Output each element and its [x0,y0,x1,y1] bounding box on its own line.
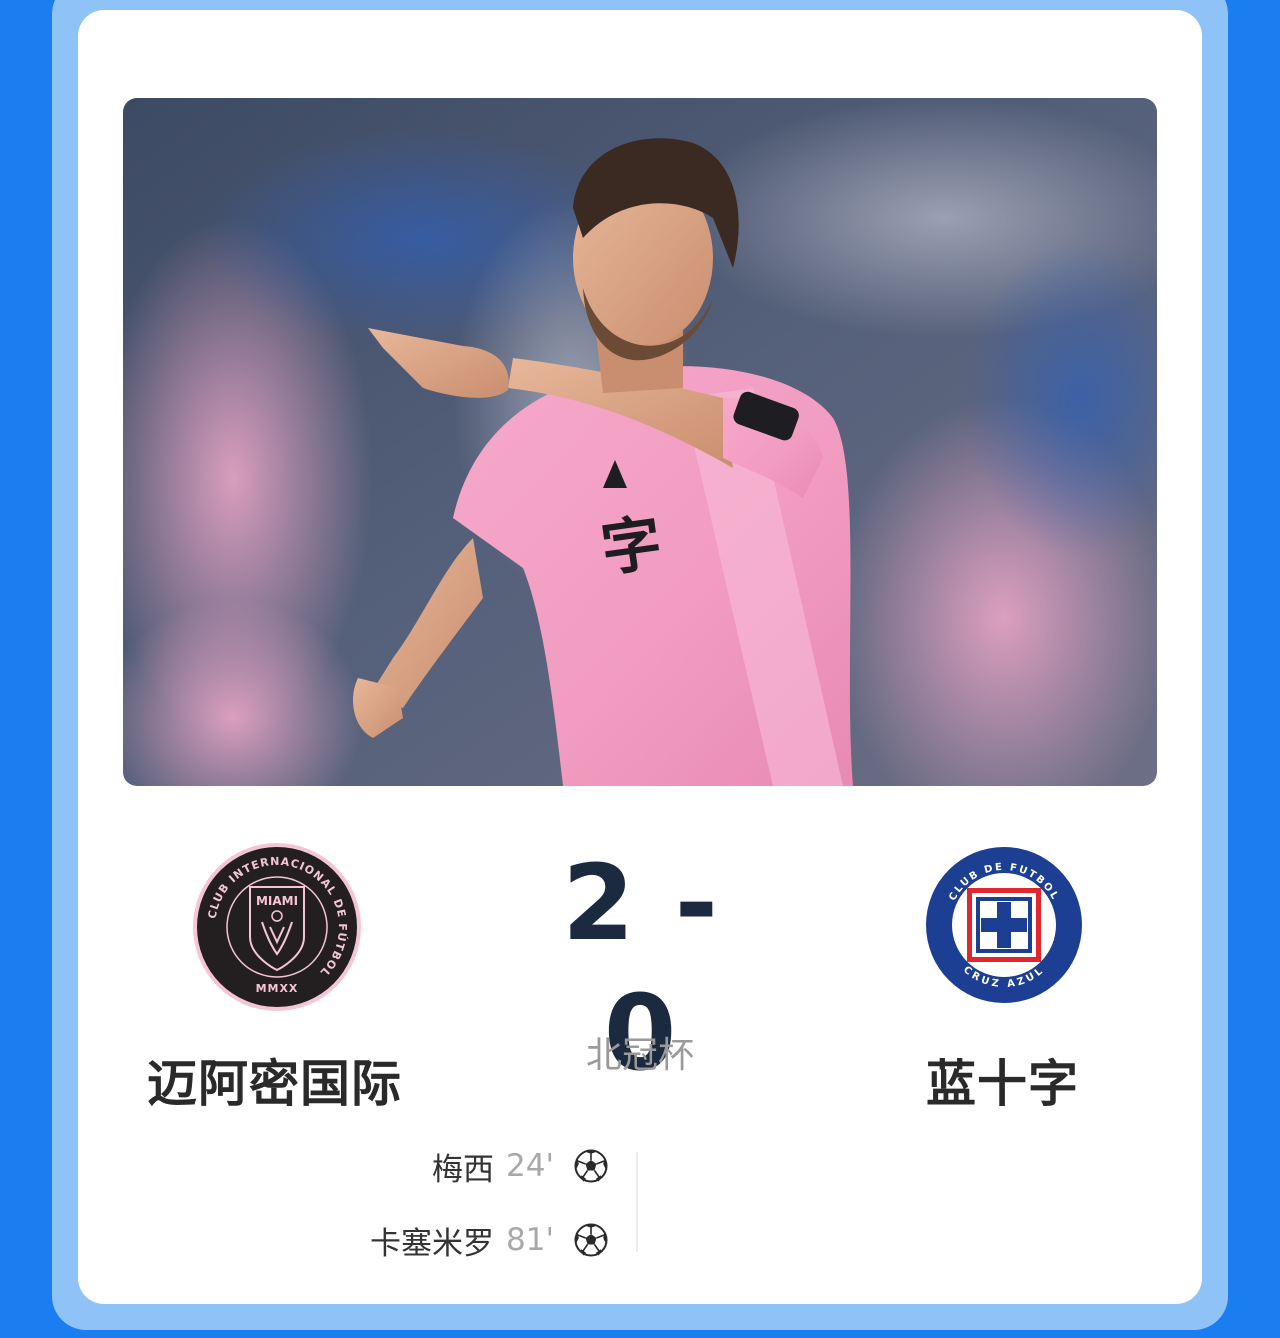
goal-minute: 24' [506,1148,554,1184]
goal-entry: 卡塞米罗 81' [370,1218,608,1262]
away-team-crest: CLUB DE FUTBOL CRUZ AZUL [925,846,1083,1004]
match-photo: 字 [123,98,1157,786]
home-crest-year: MMXX [256,982,299,995]
home-crest-name: MIAMI [256,894,298,908]
goal-entry: 梅西 24' [432,1144,608,1188]
home-team-name: 迈阿密国际 [147,1055,402,1113]
goal-minute: 81' [506,1222,554,1258]
home-team-crest: CLUB INTERNACIONAL DE FÚTBOL MIAMI MMXX [192,842,362,1012]
scorers-divider [636,1152,638,1252]
competition-name: 北冠杯 [585,1035,694,1076]
goal-scorer-name: 卡塞米罗 [370,1225,495,1262]
away-team-name: 蓝十字 [926,1055,1079,1113]
svg-text:字: 字 [597,508,666,586]
soccer-ball-icon [574,1149,608,1183]
goal-scorer-name: 梅西 [432,1151,495,1188]
match-score: 2 - 0 [562,842,720,1094]
soccer-ball-icon [574,1223,608,1257]
